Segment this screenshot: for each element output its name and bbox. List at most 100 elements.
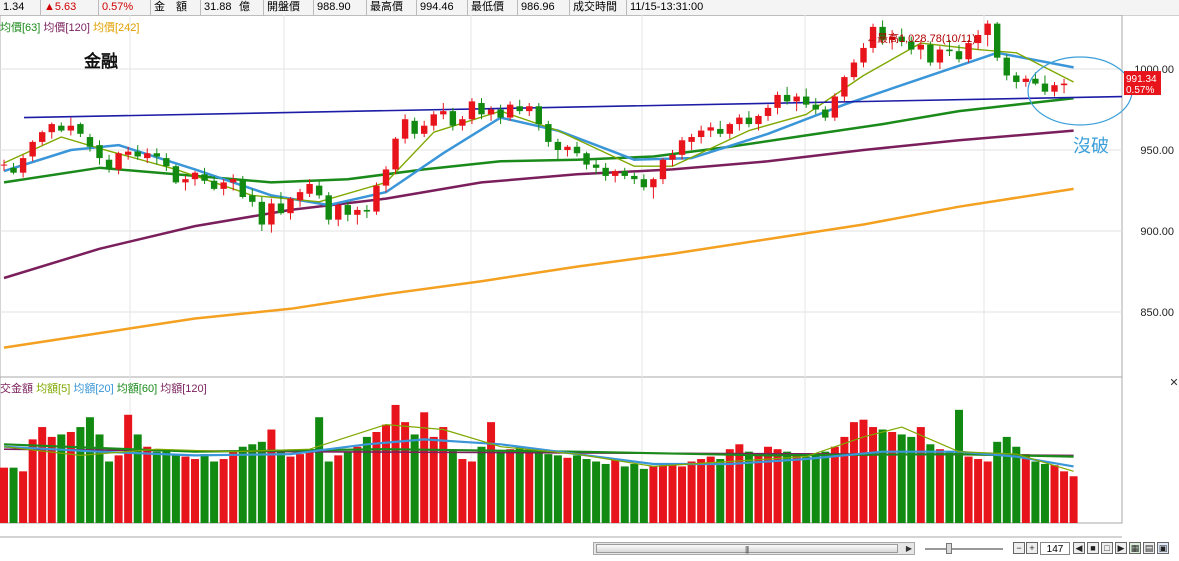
candle-body bbox=[258, 201, 266, 225]
candle-body bbox=[927, 44, 934, 63]
candle-body bbox=[612, 171, 619, 176]
candle-body bbox=[936, 49, 944, 63]
volume-bar bbox=[964, 456, 973, 523]
candle-body bbox=[10, 167, 17, 173]
volume-bar bbox=[410, 434, 419, 523]
change-value: ▲5.63 bbox=[40, 0, 79, 15]
volume-bar bbox=[276, 451, 285, 523]
volume-bar bbox=[754, 454, 763, 523]
volume-bar bbox=[152, 451, 161, 523]
volume-bar bbox=[343, 451, 352, 523]
candle-body bbox=[153, 153, 160, 157]
export-icon[interactable]: ▣ bbox=[1157, 542, 1169, 554]
volume-bar bbox=[955, 409, 963, 523]
volume-bar bbox=[487, 422, 496, 523]
volume-bar bbox=[764, 446, 772, 523]
horizontal-scrollbar[interactable]: ||| ▶ bbox=[593, 542, 915, 555]
prev-icon[interactable]: ◀ bbox=[1073, 542, 1085, 554]
volume-bar bbox=[191, 459, 199, 523]
candle-body bbox=[602, 167, 609, 176]
candle-body bbox=[984, 23, 991, 35]
window-icon[interactable]: □ bbox=[1101, 542, 1113, 554]
legend-ma242: 均價[242] bbox=[92, 22, 140, 34]
candlesticks bbox=[0, 20, 1068, 233]
volume-bar bbox=[238, 446, 247, 523]
price-volume-chart[interactable]: 850.00900.00950.001000.00060708091011 金融… bbox=[0, 15, 1179, 541]
volume-bar bbox=[706, 456, 715, 523]
candle-body bbox=[554, 141, 562, 150]
zoom-in-button[interactable]: + bbox=[1026, 542, 1038, 554]
volume-bar bbox=[582, 459, 591, 523]
candle-body bbox=[401, 119, 409, 139]
annotation-text: 沒破 bbox=[1073, 136, 1109, 157]
price-legend: 均價[63] 均價[120] 均價[242] bbox=[0, 19, 139, 35]
candle-body bbox=[793, 96, 800, 102]
volume-bar bbox=[1002, 436, 1011, 523]
candle-body bbox=[19, 158, 27, 173]
candle-body bbox=[363, 209, 371, 212]
stop-icon[interactable]: ■ bbox=[1087, 542, 1099, 554]
volume-bar bbox=[697, 459, 706, 523]
candle-body bbox=[373, 185, 380, 212]
y-tick-label: 900.00 bbox=[1140, 226, 1174, 238]
scroll-right-arrow-icon[interactable]: ▶ bbox=[904, 543, 914, 554]
candle-body bbox=[449, 111, 457, 126]
candle-body bbox=[39, 132, 46, 142]
next-icon[interactable]: ▶ bbox=[1115, 542, 1127, 554]
volume-bar bbox=[391, 404, 400, 523]
candle-body bbox=[621, 171, 628, 176]
high-label: 最高價 bbox=[366, 0, 406, 15]
zoom-slider-track[interactable] bbox=[925, 548, 1003, 550]
candle-body bbox=[745, 117, 753, 125]
candle-body bbox=[697, 130, 705, 138]
volume-bar bbox=[305, 449, 314, 523]
candle-body bbox=[163, 158, 170, 167]
amount-value: 31.88 bbox=[200, 0, 235, 15]
volume-bar bbox=[334, 455, 343, 523]
volume-bar bbox=[926, 444, 935, 523]
bar-count-field[interactable]: 147 bbox=[1040, 542, 1070, 555]
volume-bar bbox=[143, 446, 152, 523]
candle-body bbox=[535, 106, 542, 125]
candle-body bbox=[344, 205, 351, 215]
volume-bar bbox=[735, 444, 744, 523]
last-price-label: 991.34 bbox=[1126, 74, 1157, 85]
scrollbar-thumb[interactable]: ||| bbox=[596, 544, 898, 554]
candle-body bbox=[841, 77, 848, 97]
volume-bar bbox=[792, 454, 801, 523]
volume-bar bbox=[802, 456, 811, 523]
candle-body bbox=[583, 153, 590, 165]
candle-body bbox=[774, 94, 781, 108]
candle-body bbox=[640, 179, 648, 188]
time-value: 11/15-13:31:00 bbox=[626, 0, 706, 15]
volume-bar bbox=[133, 434, 142, 523]
grid-settings-icon[interactable]: ▦ bbox=[1129, 542, 1141, 554]
candle-body bbox=[58, 125, 65, 131]
save-icon[interactable]: ▤ bbox=[1143, 542, 1155, 554]
volume-bar bbox=[162, 449, 171, 523]
volume-bar bbox=[563, 457, 572, 523]
volume-bar bbox=[28, 439, 37, 523]
volume-bar bbox=[181, 456, 190, 523]
zoom-out-button[interactable]: − bbox=[1013, 542, 1025, 554]
volume-bar bbox=[496, 451, 505, 523]
volume-bar bbox=[210, 461, 219, 523]
candle-body bbox=[67, 125, 75, 131]
volume-bar bbox=[248, 444, 257, 523]
candle-body bbox=[1022, 78, 1030, 82]
candle-body bbox=[115, 153, 122, 170]
close-icon[interactable]: ✕ bbox=[1169, 378, 1179, 389]
legend-ma63: 均價[63] bbox=[0, 22, 41, 34]
legend-ma120: 均價[120] bbox=[43, 22, 90, 34]
candle-body bbox=[315, 185, 323, 196]
volume-bar bbox=[849, 422, 858, 523]
candle-body bbox=[172, 166, 180, 183]
candle-body bbox=[105, 159, 113, 170]
volume-bar bbox=[573, 455, 581, 523]
candle-body bbox=[0, 164, 8, 166]
volume-legend: 交金額 均額[5] 均額[20] 均額[60] 均額[120] bbox=[0, 380, 207, 396]
volume-bar bbox=[38, 427, 47, 523]
volume-bar bbox=[668, 463, 677, 523]
zoom-slider-knob[interactable] bbox=[946, 543, 952, 554]
chart-title: 金融 bbox=[83, 51, 118, 72]
